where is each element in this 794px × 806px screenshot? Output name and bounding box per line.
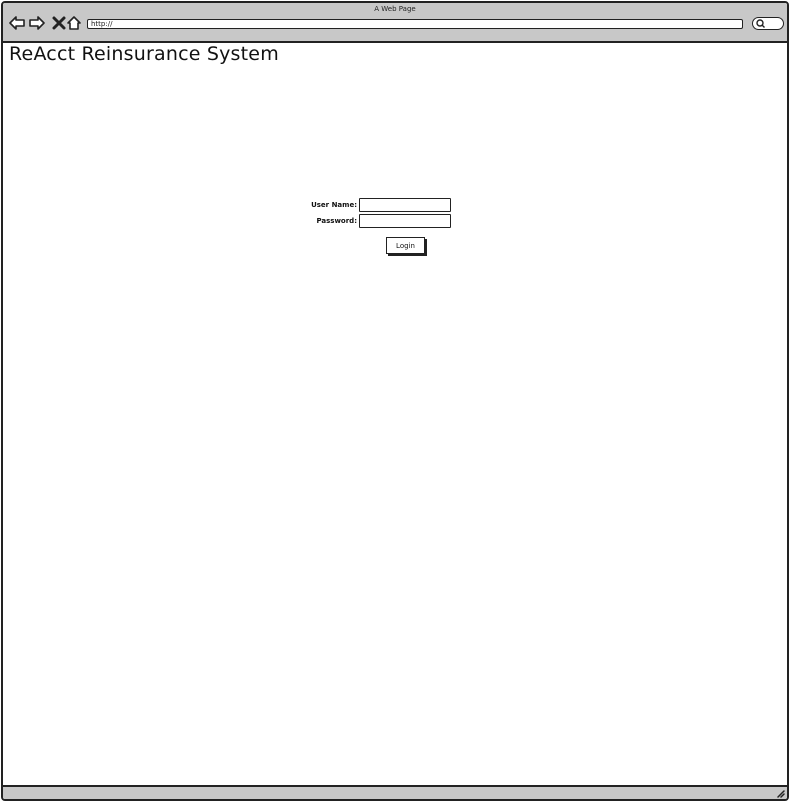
forward-arrow-icon[interactable] — [29, 15, 45, 31]
page-title: ReAcct Reinsurance System — [9, 43, 279, 65]
browser-window: A Web Page http:// ReAcct Reinsurance Sy… — [1, 1, 789, 801]
search-button[interactable] — [752, 17, 784, 30]
back-arrow-icon[interactable] — [9, 15, 25, 31]
username-label: User Name: — [311, 201, 357, 209]
password-input[interactable] — [359, 214, 451, 228]
username-label-wrap: User Name: — [293, 198, 357, 212]
search-icon — [756, 19, 765, 28]
password-label: Password: — [316, 217, 357, 225]
home-icon[interactable] — [66, 15, 82, 31]
close-icon[interactable] — [51, 15, 67, 31]
address-bar[interactable]: http:// — [87, 19, 743, 29]
login-button[interactable]: Login — [386, 237, 425, 254]
browser-toolbar: A Web Page http:// — [3, 3, 787, 43]
window-title: A Web Page — [374, 5, 416, 13]
password-label-wrap: Password: — [293, 214, 357, 228]
resize-grip-icon[interactable] — [775, 788, 785, 798]
status-bar — [3, 785, 787, 799]
username-input[interactable] — [359, 198, 451, 212]
